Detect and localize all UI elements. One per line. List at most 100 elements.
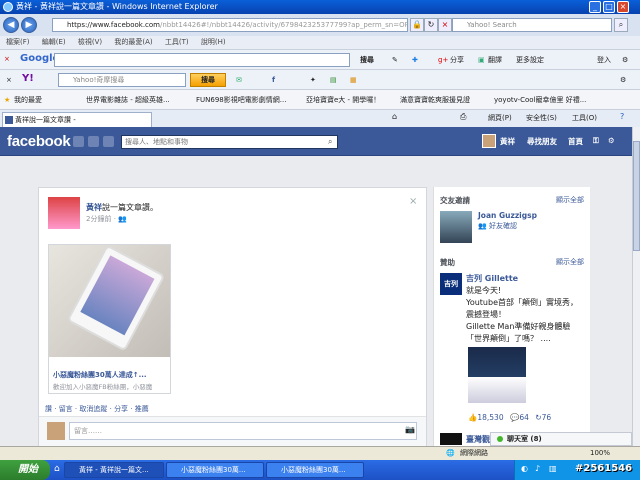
next-ad-logo[interactable]	[440, 433, 462, 445]
google-search-button[interactable]: 搜尋	[360, 53, 374, 67]
ad-brand[interactable]: 吉列 Gillette	[466, 273, 518, 284]
friend-avatar[interactable]	[440, 211, 472, 243]
menu-help[interactable]: 說明(H)	[201, 38, 226, 46]
chat-bar[interactable]: 聊天室 (8)	[490, 432, 632, 446]
page-icon[interactable]: ▤	[330, 73, 337, 87]
close-button[interactable]: ×	[617, 1, 629, 13]
author-avatar[interactable]	[48, 197, 80, 229]
share-button[interactable]: 分享	[450, 53, 464, 67]
scrollbar-thumb[interactable]	[633, 141, 640, 251]
start-button[interactable]: 開始	[0, 460, 50, 480]
quick-launch-icon[interactable]: ⌂	[54, 464, 60, 474]
favorite-item[interactable]: FUN698影視吧電影劇情網...	[196, 90, 286, 110]
more-settings-button[interactable]: 更多設定	[516, 53, 544, 67]
facebook-icon[interactable]: f	[272, 73, 275, 87]
tray-icon[interactable]: ◐	[521, 464, 528, 473]
print-icon[interactable]: ⎙	[460, 112, 466, 122]
see-all-ads-link[interactable]: 顯示全部	[556, 257, 584, 267]
home-link[interactable]: 首頁	[568, 136, 583, 147]
yahoo-toolbar-search-input[interactable]: Yahoo!奇摩搜尋	[58, 73, 186, 87]
system-tray: ◐ ♪ ▥ #2561546	[514, 460, 640, 480]
settings-icon[interactable]: ⚙	[608, 136, 615, 145]
see-all-requests-link[interactable]: 顯示全部	[556, 195, 584, 205]
search-icon[interactable]: ⌕	[328, 137, 332, 147]
tab-active[interactable]: 黃祥說一篇文章讚 -	[2, 112, 152, 127]
safety-menu[interactable]: 安全性(S)	[526, 113, 557, 123]
link-preview[interactable]: 小惡魔粉絲團30萬人達成↑... 歡迎加入小惡魔FB粉絲團，小惡魔	[48, 244, 171, 394]
puzzle-icon[interactable]: ✦	[310, 73, 316, 87]
notifications-icon[interactable]	[103, 136, 114, 147]
privacy-icon[interactable]: ⚿	[593, 136, 599, 146]
avatar[interactable]	[482, 134, 496, 148]
refresh-icon[interactable]: ↻	[424, 18, 438, 32]
find-friends-link[interactable]: 尋找朋友	[527, 136, 557, 147]
menu-tools[interactable]: 工具(T)	[165, 38, 189, 46]
home-icon[interactable]: ⌂	[392, 112, 397, 121]
friend-name[interactable]: Joan Guzzigsp	[478, 211, 537, 220]
close-toolbar-icon[interactable]: ×	[4, 52, 10, 66]
favorite-item[interactable]: 亞培寶寶e大 - 開學囉！	[306, 90, 380, 110]
zoom-level[interactable]: 100%	[590, 447, 610, 460]
folder-icon[interactable]: ▦	[350, 73, 357, 87]
help-icon[interactable]: ?	[620, 112, 624, 121]
yahoo-search-button[interactable]: 搜尋	[190, 73, 226, 87]
post-time[interactable]: 2分鐘前	[86, 215, 111, 223]
menu-view[interactable]: 檢視(V)	[78, 38, 102, 46]
post-action: 說一篇文章讚。	[102, 203, 158, 212]
settings-icon[interactable]: ⚙	[620, 73, 626, 87]
unfollow-link[interactable]: 取消追蹤	[79, 405, 107, 413]
like-link[interactable]: 讚	[45, 405, 52, 413]
search-icon[interactable]: ⌕	[614, 18, 628, 32]
menu-favorites[interactable]: 我的最愛(A)	[114, 38, 152, 46]
address-input[interactable]: https://www.facebook.com/nbbt14426#!/nbb…	[52, 18, 408, 32]
forward-button[interactable]: ▶	[21, 17, 37, 33]
camera-icon[interactable]: 📷	[405, 425, 415, 434]
promote-link[interactable]: 推薦	[135, 405, 149, 413]
menu-file[interactable]: 檔案(F)	[6, 38, 30, 46]
favorite-item[interactable]: yoyotv-Cool寵幸億里 好禮...	[494, 90, 614, 110]
google-search-input[interactable]	[54, 53, 350, 67]
author-name[interactable]: 黃祥	[86, 203, 102, 212]
plus-icon[interactable]: ✚	[412, 53, 418, 67]
link-title[interactable]: 小惡魔粉絲團30萬人達成↑...	[53, 370, 147, 380]
tools-menu[interactable]: 工具(O)	[572, 113, 597, 123]
volume-icon[interactable]: ♪	[535, 464, 540, 473]
wrench-icon[interactable]: ⚙	[622, 53, 628, 67]
status-bar: 🌐 網際網路 100%	[0, 446, 640, 460]
mail-icon[interactable]: ✉	[236, 73, 242, 87]
pen-icon[interactable]: ✎	[392, 53, 398, 67]
next-ad-brand[interactable]: 臺灣觀	[466, 434, 490, 445]
maximize-button[interactable]: □	[603, 1, 615, 13]
hide-post-icon[interactable]: ×	[409, 196, 417, 207]
profile-link[interactable]: 黃祥	[500, 136, 515, 147]
minimize-button[interactable]: _	[589, 1, 601, 13]
taskbar-item[interactable]: 小惡魔粉絲團30萬...	[266, 462, 364, 478]
page-menu[interactable]: 網頁(P)	[488, 113, 512, 123]
yahoo-logo-icon[interactable]: Y!	[22, 72, 34, 86]
back-button[interactable]: ◀	[3, 17, 19, 33]
network-icon[interactable]: ▥	[549, 464, 557, 473]
facebook-logo[interactable]: facebook	[7, 133, 71, 150]
favorite-item[interactable]: 世界電影雜誌 - 超級英雄...	[86, 90, 170, 110]
taskbar-item[interactable]: 黃祥 - 黃祥說一篇文...	[64, 462, 164, 478]
friend-confirm-link[interactable]: 👥 好友確認	[478, 221, 517, 231]
comment-link[interactable]: 留言	[59, 405, 73, 413]
favorites-button[interactable]: 我的最愛	[14, 90, 42, 110]
lock-icon[interactable]: 🔒	[410, 18, 424, 32]
comment-input[interactable]: 留言……	[69, 422, 417, 440]
favorite-item[interactable]: 滿意寶寶乾爽服援見證	[400, 90, 470, 110]
facebook-search-input[interactable]: 搜尋人、地點和事物	[121, 135, 338, 149]
menu-edit[interactable]: 編輯(E)	[42, 38, 66, 46]
login-button[interactable]: 登入	[597, 53, 611, 67]
ad-image[interactable]	[468, 347, 526, 403]
vertical-scrollbar[interactable]	[632, 127, 640, 460]
taskbar-item[interactable]: 小惡魔粉絲團30萬...	[166, 462, 264, 478]
share-link[interactable]: 分享	[114, 405, 128, 413]
translate-button[interactable]: 翻譯	[488, 53, 502, 67]
close-toolbar-icon[interactable]: ×	[6, 73, 12, 87]
friend-requests-icon[interactable]	[73, 136, 84, 147]
messages-icon[interactable]	[88, 136, 99, 147]
yahoo-search-input[interactable]: Yahoo! Search	[452, 18, 612, 32]
ad-logo[interactable]: 吉列	[440, 273, 462, 295]
stop-icon[interactable]: ×	[438, 18, 452, 32]
